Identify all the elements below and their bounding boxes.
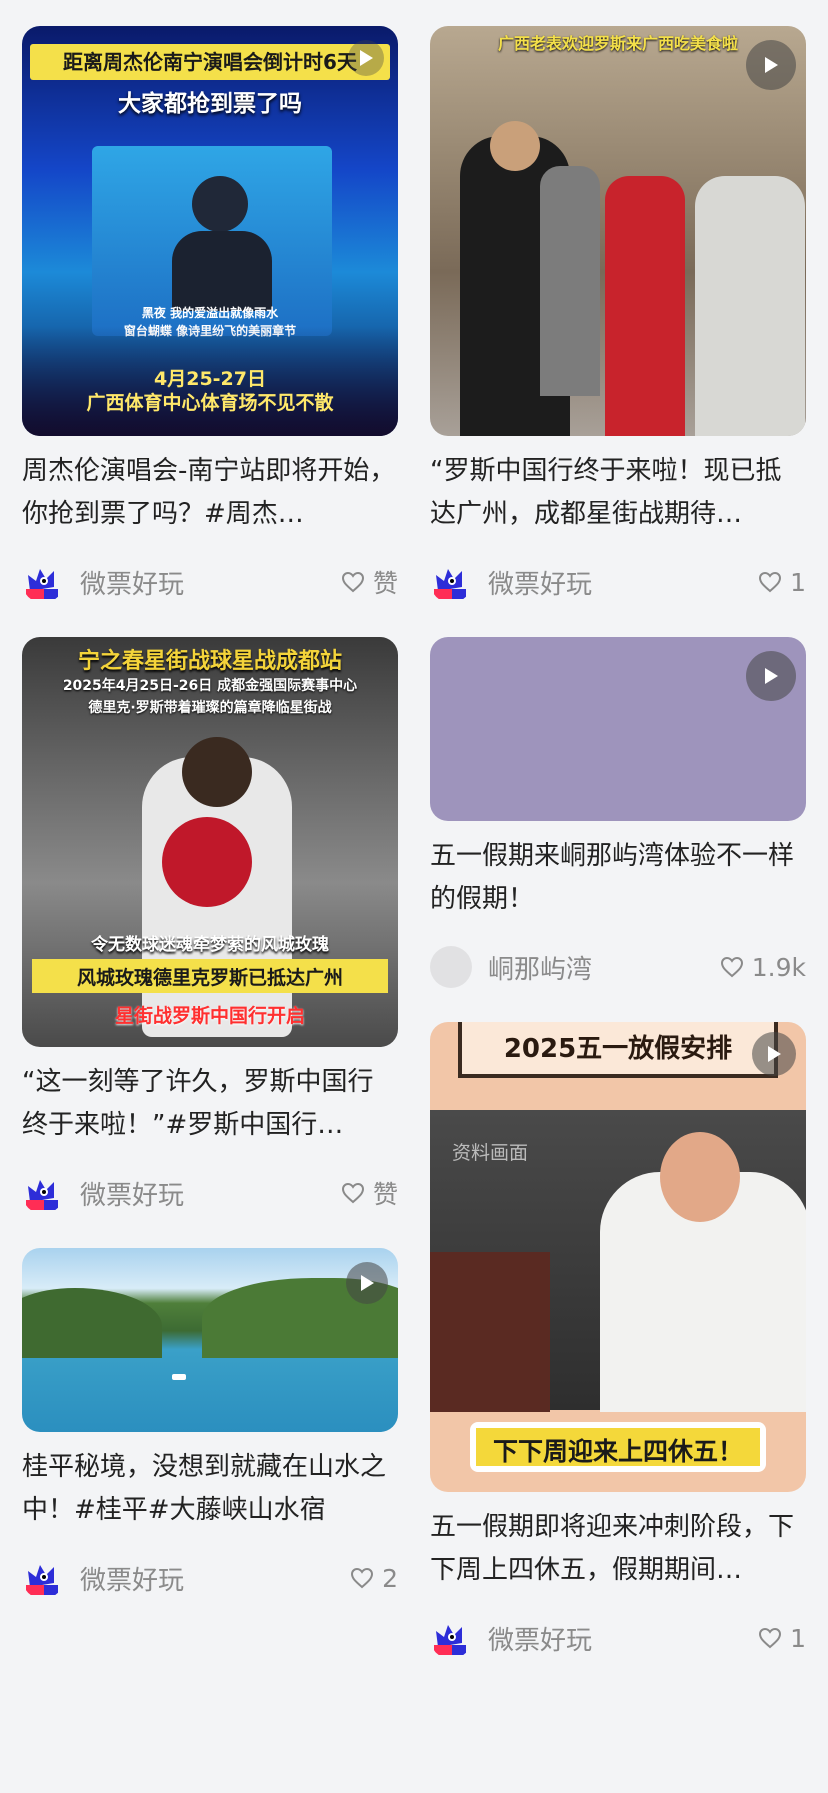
like-count: 1.9k — [751, 952, 806, 982]
thumb-sub-text-1: 2025年4月25日-26日 成都金强国际赛事中心 — [62, 678, 358, 694]
thumb-top-text: 2025五一放假安排 — [503, 1034, 733, 1064]
like-count: 1 — [790, 567, 806, 597]
thumb-venue-text: 广西体育中心体育场不见不散 — [86, 392, 334, 414]
play-icon — [346, 1262, 388, 1304]
heart-icon — [341, 571, 364, 593]
video-thumbnail[interactable] — [22, 1248, 398, 1432]
person-gray-jacket — [540, 166, 600, 396]
thumb-red-text: 星街战罗斯中国行开启 — [114, 1005, 305, 1027]
video-thumbnail[interactable]: 广西老表欢迎罗斯来广西吃美食啦 — [430, 26, 806, 436]
boat — [172, 1374, 186, 1380]
man-head — [660, 1132, 740, 1222]
like-button[interactable]: 1.9k — [720, 953, 806, 982]
card-meta: 微票好玩 1 — [430, 1616, 806, 1660]
heart-icon — [720, 956, 743, 978]
heart-icon — [759, 571, 782, 593]
like-button[interactable]: 赞 — [341, 564, 398, 600]
like-button[interactable]: 赞 — [341, 1175, 398, 1211]
weipiao-mascot-icon — [22, 1172, 64, 1214]
feed-column-right: 广西老表欢迎罗斯来广西吃美食啦 “罗斯中国行终于来啦！现已抵达广州，成都星街战期… — [430, 26, 806, 1693]
like-button[interactable]: 2 — [350, 1564, 398, 1593]
like-count: 赞 — [372, 1180, 398, 1209]
video-thumbnail[interactable]: 2025五一放假安排 资料画面 下下周迎来上四休五！ — [430, 1022, 806, 1492]
author-name: 微票好玩 — [80, 569, 185, 600]
person-head — [490, 121, 540, 171]
video-thumbnail[interactable] — [430, 637, 806, 821]
author-name: 微票好玩 — [80, 1565, 185, 1596]
video-feed-grid: 距离周杰伦南宁演唱会倒计时6天 大家都抢到票了吗 黑夜 我的爱溢出就像雨水 窗台… — [0, 0, 828, 1793]
author-info[interactable]: 微票好玩 — [22, 561, 184, 603]
thumb-sub-text-2: 德里克·罗斯带着璀璨的篇章降临星街战 — [88, 700, 332, 716]
video-title[interactable]: 五一假期来峒那屿湾体验不一样的假期！ — [430, 835, 806, 921]
author-name: 微票好玩 — [488, 569, 593, 600]
default-avatar-icon — [430, 946, 472, 988]
video-card[interactable]: 宁之春星街战球星战成都站 2025年4月25日-26日 成都金强国际赛事中心 德… — [22, 637, 398, 1215]
video-title[interactable]: 桂平秘境，没想到就藏在山水之中！#桂平#大藤峡山水宿 — [22, 1446, 398, 1532]
like-button[interactable]: 1 — [758, 1624, 806, 1653]
thumb-date-text: 4月25-27日 — [154, 368, 266, 390]
video-card[interactable]: 距离周杰伦南宁演唱会倒计时6天 大家都抢到票了吗 黑夜 我的爱溢出就像雨水 窗台… — [22, 26, 398, 604]
weipiao-mascot-icon — [22, 561, 64, 603]
video-title[interactable]: 周杰伦演唱会-南宁站即将开始，你抢到票了吗？#周杰… — [22, 450, 398, 536]
roses-bouquet — [162, 817, 252, 907]
card-meta: 微票好玩 赞 — [22, 560, 398, 604]
author-info[interactable]: 微票好玩 — [430, 1617, 592, 1659]
feed-column-left: 距离周杰伦南宁演唱会倒计时6天 大家都抢到票了吗 黑夜 我的爱溢出就像雨水 窗台… — [22, 26, 398, 1633]
play-icon — [746, 651, 796, 701]
person-red-jacket — [605, 176, 685, 436]
play-icon — [348, 40, 384, 76]
thumb-banner-text: 宁之春星街战球星战成都站 — [77, 649, 342, 674]
card-meta: 微票好玩 2 — [22, 1556, 398, 1600]
like-button[interactable]: 1 — [758, 568, 806, 597]
thumb-bottom-text: 下下周迎来上四休五！ — [492, 1437, 743, 1466]
heart-icon — [341, 1182, 364, 1204]
video-title[interactable]: “罗斯中国行终于来啦！现已抵达广州，成都星街战期待… — [430, 450, 806, 536]
video-card[interactable]: 五一假期来峒那屿湾体验不一样的假期！ 峒那屿湾 1.9k — [430, 637, 806, 989]
author-info[interactable]: 峒那屿湾 — [430, 946, 592, 988]
play-icon — [752, 1032, 796, 1076]
author-info[interactable]: 微票好玩 — [22, 1172, 184, 1214]
heart-icon — [351, 1567, 374, 1589]
video-card[interactable]: 桂平秘境，没想到就藏在山水之中！#桂平#大藤峡山水宿 微票好玩 2 — [22, 1248, 398, 1600]
thumb-yellow-text: 风城玫瑰德里克罗斯已抵达广州 — [76, 967, 343, 989]
weipiao-mascot-icon — [430, 561, 472, 603]
singer-figure — [192, 176, 248, 232]
thumb-watermark-text: 资料画面 — [452, 1142, 529, 1164]
chair — [430, 1252, 550, 1412]
like-count: 1 — [790, 1623, 806, 1653]
weipiao-mascot-icon — [430, 1617, 472, 1659]
author-name: 微票好玩 — [80, 1180, 185, 1211]
author-name: 微票好玩 — [488, 1625, 593, 1656]
video-title[interactable]: “这一刻等了许久，罗斯中国行终于来啦！”#罗斯中国行… — [22, 1061, 398, 1147]
author-info[interactable]: 微票好玩 — [22, 1557, 184, 1599]
player-head — [182, 737, 252, 807]
video-thumbnail[interactable]: 宁之春星街战球星战成都站 2025年4月25日-26日 成都金强国际赛事中心 德… — [22, 637, 398, 1047]
thumb-headline-text: 大家都抢到票了吗 — [118, 91, 302, 117]
like-count: 赞 — [372, 569, 398, 598]
singer-body — [172, 231, 272, 311]
thumb-mid-text: 令无数球迷魂牵梦萦的风城玫瑰 — [91, 935, 329, 955]
video-thumbnail[interactable]: 距离周杰伦南宁演唱会倒计时6天 大家都抢到票了吗 黑夜 我的爱溢出就像雨水 窗台… — [22, 26, 398, 436]
video-card[interactable]: 2025五一放假安排 资料画面 下下周迎来上四休五！ 五一假期即将迎来冲刺阶段，… — [430, 1022, 806, 1660]
heart-icon — [759, 1627, 782, 1649]
card-meta: 微票好玩 赞 — [22, 1171, 398, 1215]
play-icon — [746, 40, 796, 90]
video-title[interactable]: 五一假期即将迎来冲刺阶段，下下周上四休五，假期期间… — [430, 1506, 806, 1592]
thumb-lyrics-1: 黑夜 我的爱溢出就像雨水 — [141, 306, 279, 320]
card-meta: 峒那屿湾 1.9k — [430, 945, 806, 989]
mountain-left — [22, 1288, 162, 1358]
person-white-shirt — [695, 176, 805, 436]
author-name: 峒那屿湾 — [488, 954, 593, 985]
card-meta: 微票好玩 1 — [430, 560, 806, 604]
like-count: 2 — [382, 1563, 398, 1593]
weipiao-mascot-icon — [22, 1557, 64, 1599]
thumb-banner-text: 距离周杰伦南宁演唱会倒计时6天 — [63, 50, 357, 74]
video-card[interactable]: 广西老表欢迎罗斯来广西吃美食啦 “罗斯中国行终于来啦！现已抵达广州，成都星街战期… — [430, 26, 806, 604]
author-info[interactable]: 微票好玩 — [430, 561, 592, 603]
